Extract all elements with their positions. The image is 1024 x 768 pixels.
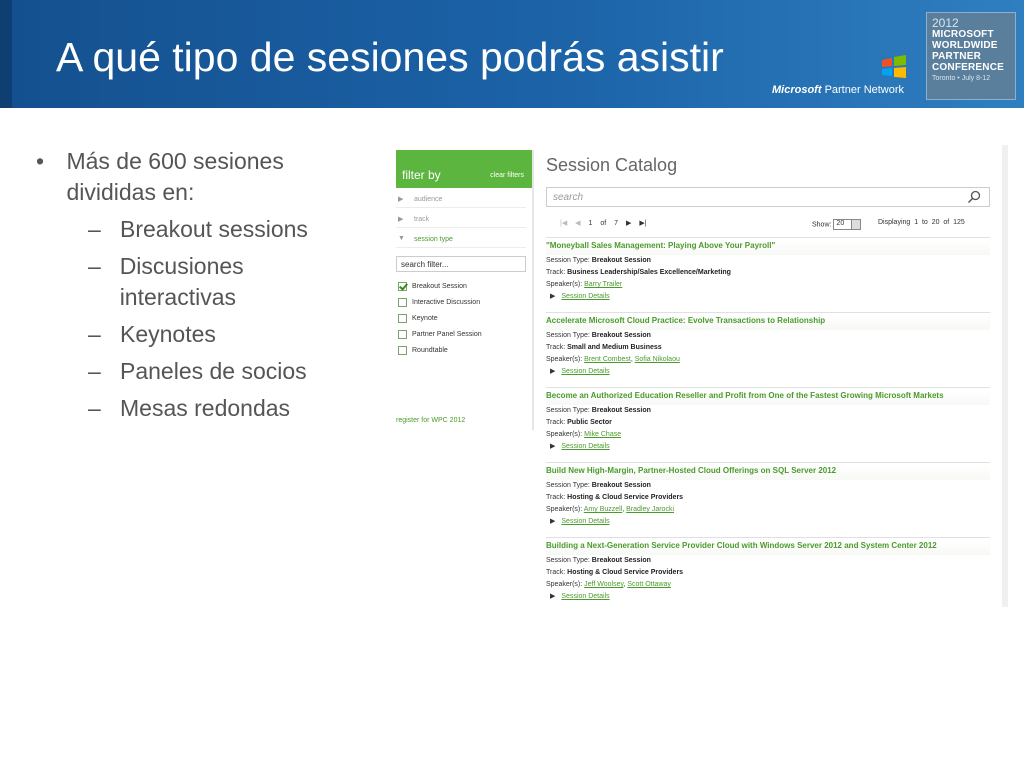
filter-header: filter by clear filters [396,150,532,188]
option-interactive-discussion[interactable]: Interactive Discussion [396,294,532,310]
clear-filters-link[interactable]: clear filters [490,172,524,179]
show-count: Show: 20 [812,219,862,230]
first-page-icon[interactable]: |◀ [560,220,567,227]
checkbox[interactable] [398,297,407,307]
checkbox[interactable] [398,313,407,323]
session-title-link[interactable]: Build New High-Margin, Partner-Hosted Cl… [546,466,990,480]
option-keynote[interactable]: Keynote [396,310,532,326]
triangle-right-icon: ▶ [550,593,556,600]
triangle-right-icon: ▶ [550,518,556,525]
last-page-icon[interactable]: ▶| [639,220,646,227]
total-pages: 7 [614,220,619,227]
triangle-right-icon: ▶ [550,443,556,450]
triangle-right-icon: ▶ [550,293,556,300]
bullet-list: • Más de 600 sesiones divididas en: – Bre… [34,146,364,424]
session-item: Become an Authorized Education Reseller … [546,387,990,462]
session-details-link[interactable]: Session Details [561,368,609,375]
checkbox[interactable] [398,345,407,355]
show-count-select[interactable]: 20 [833,219,862,230]
catalog-title: Session Catalog [546,155,678,175]
speaker-link[interactable]: Jeff Woolsey [584,581,623,588]
session-title-link[interactable]: Accelerate Microsoft Cloud Practice: Evo… [546,316,990,330]
bullet-sub: – Keynotes [88,321,216,347]
session-list: "Moneyball Sales Management: Playing Abo… [546,237,990,612]
session-details-link[interactable]: Session Details [561,443,609,450]
bullet-sub: – Discusiones interactivas [88,253,244,310]
speaker-link[interactable]: Bradley Jarocki [626,506,674,513]
filter-panel: filter by clear filters ▶ audience ▶ tra… [396,150,534,430]
facet-session-type[interactable]: ▼ session type [396,228,526,248]
wpc-badge: 2012 MICROSOFT WORLDWIDE PARTNER CONFERE… [926,12,1016,100]
facet-audience[interactable]: ▶ audience [396,188,526,208]
checkbox[interactable] [398,329,407,339]
session-item: "Moneyball Sales Management: Playing Abo… [546,237,990,312]
page-number: 1 [588,220,593,227]
partner-network-logo: Microsoft Partner Network [772,84,905,96]
windows-flag-icon [882,55,906,78]
session-item: Build New High-Margin, Partner-Hosted Cl… [546,462,990,537]
bullet-sub: – Breakout sessions [88,216,308,242]
filter-search-input[interactable]: search filter... [396,256,526,272]
speaker-link[interactable]: Sofia Nikolaou [635,356,680,363]
displaying-range: Displaying 1 to 20 of 125 [878,219,965,226]
triangle-down-icon: ▼ [398,235,405,242]
bullet-sub: – Paneles de socios [88,358,307,384]
session-catalog: Session Catalog search |◀ ◀ 1 of 7 ▶ ▶| … [540,145,1008,607]
triangle-right-icon: ▶ [398,216,404,223]
header-strip [0,0,12,108]
session-title-link[interactable]: Become an Authorized Education Reseller … [546,391,990,405]
checkbox-checked[interactable] [398,281,407,291]
register-link[interactable]: register for WPC 2012 [396,417,465,424]
session-details-link[interactable]: Session Details [561,293,609,300]
facet-track[interactable]: ▶ track [396,208,526,228]
speaker-link[interactable]: Barry Trailer [584,281,622,288]
speaker-link[interactable]: Scott Ottaway [627,581,671,588]
speaker-link[interactable]: Brent Combest [584,356,631,363]
session-item: Accelerate Microsoft Cloud Practice: Evo… [546,312,990,387]
speaker-link[interactable]: Mike Chase [584,431,621,438]
slide-title: A qué tipo de sesiones podrás asistir [56,34,724,80]
catalog-search-input[interactable]: search [546,187,990,207]
option-partner-panel[interactable]: Partner Panel Session [396,326,532,342]
option-breakout-session[interactable]: Breakout Session [396,278,532,294]
bullet-sub: – Mesas redondas [88,395,291,421]
session-type-options: Breakout Session Interactive Discussion … [396,278,532,358]
triangle-right-icon: ▶ [550,368,556,375]
next-page-icon[interactable]: ▶ [626,220,631,227]
session-title-link[interactable]: Building a Next-Generation Service Provi… [546,541,990,555]
bullet-main-text: Más de 600 sesiones divididas en: [66,148,284,205]
option-roundtable[interactable]: Roundtable [396,342,532,358]
search-icon[interactable] [967,190,981,204]
session-details-link[interactable]: Session Details [561,518,609,525]
pager: |◀ ◀ 1 of 7 ▶ ▶| Show: 20 Displaying 1 t… [560,219,965,230]
triangle-right-icon: ▶ [398,196,404,203]
session-title-link[interactable]: "Moneyball Sales Management: Playing Abo… [546,241,990,255]
slide-header: A qué tipo de sesiones podrás asistir Mi… [0,0,1024,108]
filter-title: filter by [402,168,441,182]
speaker-link[interactable]: Amy Buzzell [584,506,623,513]
session-details-link[interactable]: Session Details [561,593,609,600]
prev-page-icon[interactable]: ◀ [575,220,580,227]
bullet-main: • Más de 600 sesiones divididas en: [34,146,364,208]
session-item: Building a Next-Generation Service Provi… [546,537,990,612]
